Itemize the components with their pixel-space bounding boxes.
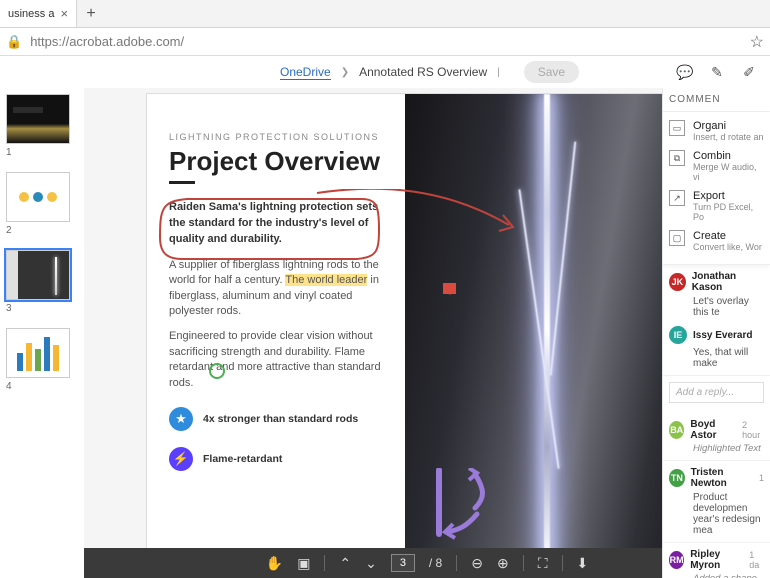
avatar: JK	[669, 273, 686, 291]
right-panel: COMMEN ▭OrganiInsert, d rotate an ⧉Combi…	[662, 88, 770, 578]
workspace: 1 2 3 4 LIGHTNING PROTECTION SOLUTIONS P…	[0, 88, 770, 578]
draw-icon[interactable]: ✐	[738, 61, 760, 83]
comment[interactable]: TNTristen Newton1 Product developmen yea…	[663, 461, 770, 543]
comments-header: COMMEN	[663, 88, 770, 112]
page-number-input[interactable]	[391, 554, 415, 572]
prev-page-icon[interactable]: ⌃	[339, 555, 351, 572]
hand-tool-icon[interactable]: ✋	[266, 555, 283, 572]
reply-input[interactable]: Add a reply...	[669, 382, 764, 403]
save-button[interactable]: Save	[524, 61, 579, 83]
body-paragraph: A supplier of fiberglass lightning rods …	[169, 258, 389, 320]
page-title: Project Overview	[169, 146, 389, 177]
bolt-icon: ⚡	[169, 447, 193, 471]
close-tab-icon[interactable]: ×	[60, 6, 68, 21]
combine-icon: ⧉	[669, 150, 685, 166]
download-icon[interactable]: ⬇	[577, 555, 589, 572]
thumbnail[interactable]: 4	[6, 328, 78, 392]
thumbnail[interactable]: 3	[6, 250, 78, 314]
fit-width-icon[interactable]: ⛶	[538, 555, 548, 572]
thumbnail[interactable]: 2	[6, 172, 78, 236]
body-paragraph: Engineered to provide clear vision witho…	[169, 329, 389, 391]
organize-icon: ▭	[669, 120, 685, 136]
feature-row: ⚡ Flame-retardant	[169, 447, 389, 471]
breadcrumb: OneDrive ❯ Annotated RS Overview | Save	[280, 61, 579, 83]
chevron-right-icon: ❯	[341, 67, 349, 78]
comment[interactable]: RMRipley Myron1 da Added a shape	[663, 543, 770, 578]
separator: |	[497, 67, 500, 78]
create-icon: ▢	[669, 230, 685, 246]
feature-row: ★ 4x stronger than standard rods	[169, 407, 389, 431]
tools-dropdown: ▭OrganiInsert, d rotate an ⧉CombinMerge …	[663, 112, 770, 265]
page-total: / 8	[429, 556, 442, 570]
stamp-icon	[209, 363, 225, 379]
thumbnail-panel: 1 2 3 4	[0, 88, 84, 578]
breadcrumb-root[interactable]: OneDrive	[280, 65, 331, 80]
avatar: TN	[669, 469, 685, 487]
eyebrow-text: LIGHTNING PROTECTION SOLUTIONS	[169, 132, 389, 142]
address-bar: 🔒 https://acrobat.adobe.com/ ☆	[0, 28, 770, 56]
favorite-icon[interactable]: ☆	[750, 32, 764, 52]
select-tool-icon[interactable]: ▣	[297, 555, 310, 572]
star-icon: ★	[169, 407, 193, 431]
url-field[interactable]: https://acrobat.adobe.com/	[30, 34, 741, 49]
comment[interactable]: BABoyd Astor2 hour Highlighted Text	[663, 413, 770, 461]
browser-tab-bar: usiness a × +	[0, 0, 770, 28]
tool-create[interactable]: ▢CreateConvert like, Wor	[663, 226, 770, 256]
export-icon: ↗	[669, 190, 685, 206]
zoom-out-icon[interactable]: ⊖	[471, 555, 483, 572]
tool-export[interactable]: ↗ExportTurn PD Excel, Po	[663, 186, 770, 226]
highlighted-text[interactable]: The world leader	[285, 274, 367, 286]
browser-tab[interactable]: usiness a ×	[0, 0, 77, 27]
tool-combine[interactable]: ⧉CombinMerge W audio, vi	[663, 146, 770, 186]
avatar: IE	[669, 326, 687, 344]
avatar: BA	[669, 421, 684, 439]
avatar: RM	[669, 551, 684, 569]
comment-icon[interactable]: 💬	[674, 61, 696, 83]
tab-title: usiness a	[8, 8, 54, 20]
tool-organize[interactable]: ▭OrganiInsert, d rotate an	[663, 116, 770, 146]
thumbnail[interactable]: 1	[6, 94, 78, 158]
comment-thread[interactable]: JKJonathan Kason Let's overlay this te I…	[663, 265, 770, 376]
sticky-note-icon[interactable]	[443, 283, 456, 294]
document-page: LIGHTNING PROTECTION SOLUTIONS Project O…	[147, 94, 707, 564]
lock-icon: 🔒	[6, 34, 22, 50]
zoom-in-icon[interactable]: ⊕	[497, 555, 509, 572]
app-header: OneDrive ❯ Annotated RS Overview | Save …	[0, 56, 770, 88]
next-page-icon[interactable]: ⌄	[365, 555, 377, 572]
lead-paragraph: Raiden Sama's lightning protection sets …	[169, 200, 389, 248]
highlight-icon[interactable]: ✎	[706, 61, 728, 83]
new-tab-button[interactable]: +	[77, 0, 105, 27]
breadcrumb-current: Annotated RS Overview	[359, 65, 487, 79]
